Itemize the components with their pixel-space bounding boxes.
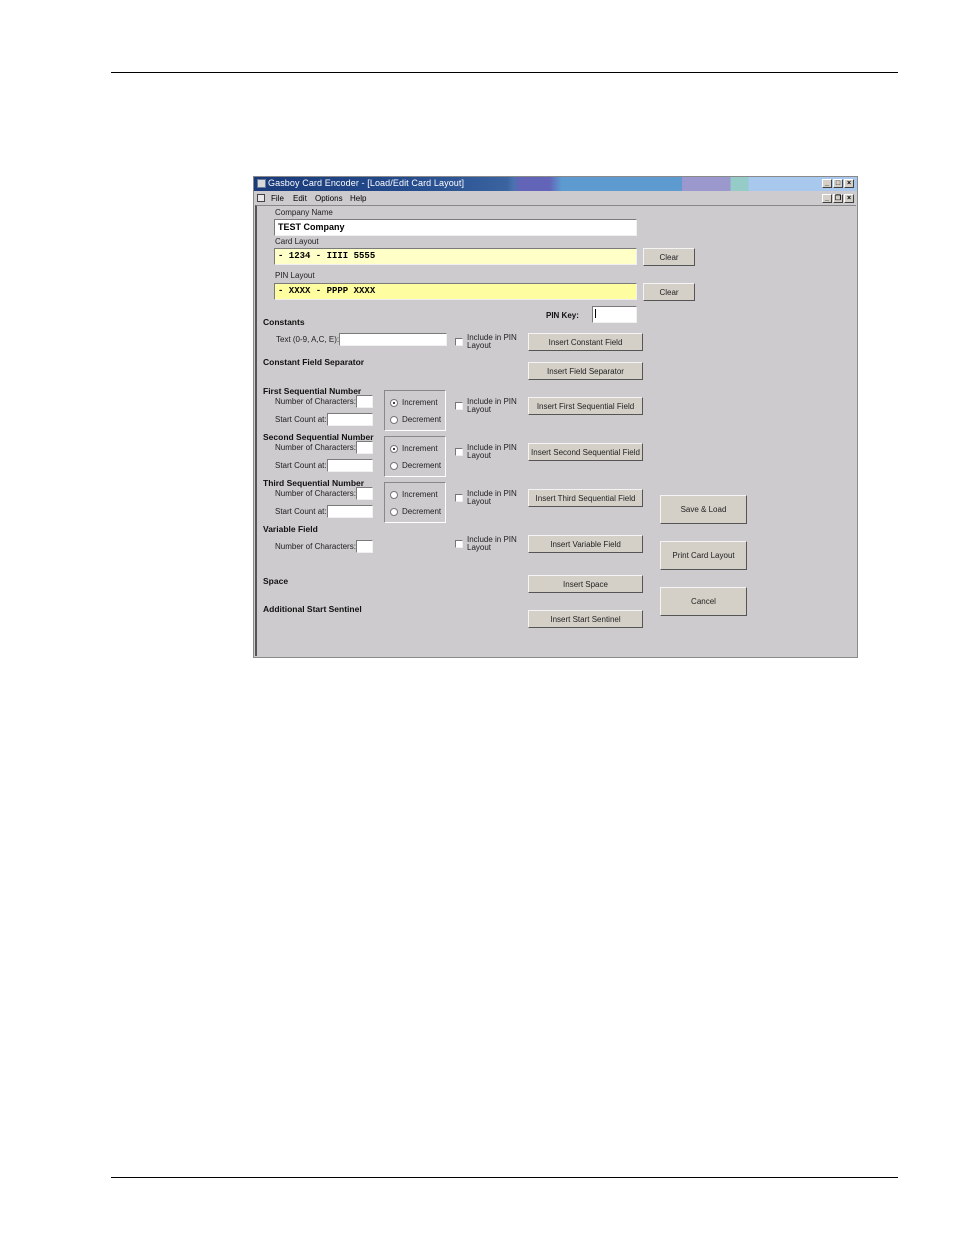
first-sequential-heading: First Sequential Number: [263, 386, 362, 396]
second-include-pin-label: Include in PIN Layout: [467, 443, 517, 460]
card-layout-label: Card Layout: [275, 237, 319, 246]
card-layout-input[interactable]: - 1234 - IIII 5555: [274, 248, 637, 265]
third-start-count-label: Start Count at:: [275, 507, 327, 516]
space-heading: Space: [263, 576, 289, 586]
app-icon: [257, 179, 266, 188]
menu-help[interactable]: Help: [350, 194, 366, 203]
insert-space-button[interactable]: Insert Space: [528, 575, 643, 593]
insert-start-sentinel-button[interactable]: Insert Start Sentinel: [528, 610, 643, 628]
first-start-count-input[interactable]: [327, 413, 373, 426]
pin-key-input[interactable]: [592, 306, 637, 323]
maximize-button[interactable]: □: [833, 179, 843, 188]
third-direction-group: Increment Decrement: [384, 482, 446, 523]
second-increment-label: Increment: [402, 444, 438, 453]
pin-layout-clear-button[interactable]: Clear: [643, 283, 695, 301]
document-icon[interactable]: [257, 194, 265, 202]
menu-bar: File Edit Options Help _ ❐ ×: [254, 192, 857, 205]
second-start-count-label: Start Count at:: [275, 461, 327, 470]
constant-text-input[interactable]: [339, 333, 447, 346]
constant-include-pin-checkbox[interactable]: [455, 338, 463, 346]
first-start-count-label: Start Count at:: [275, 415, 327, 424]
pin-layout-label: PIN Layout: [275, 271, 315, 280]
third-sequential-heading: Third Sequential Number: [263, 478, 365, 488]
constant-include-pin-label: Include in PIN Layout: [467, 333, 517, 350]
first-decrement-radio[interactable]: [390, 416, 398, 424]
third-include-pin-checkbox[interactable]: [455, 494, 463, 502]
third-num-chars-input[interactable]: [356, 487, 373, 500]
variable-num-chars-label: Number of Characters:: [275, 542, 356, 551]
footer-rule: [111, 1177, 898, 1178]
mdi-restore-button[interactable]: ❐: [833, 194, 843, 203]
insert-third-sequential-button[interactable]: Insert Third Sequential Field: [528, 489, 643, 507]
pin-key-label: PIN Key:: [546, 311, 579, 320]
second-num-chars-input[interactable]: [356, 441, 373, 454]
insert-second-sequential-button[interactable]: Insert Second Sequential Field: [528, 443, 643, 461]
insert-first-sequential-button[interactable]: Insert First Sequential Field: [528, 397, 643, 415]
company-name-label: Company Name: [275, 208, 333, 217]
minimize-button[interactable]: _: [822, 179, 832, 188]
header-rule: [111, 72, 898, 73]
second-num-chars-label: Number of Characters:: [275, 443, 356, 452]
first-direction-group: Increment Decrement: [384, 390, 446, 431]
first-include-pin-checkbox[interactable]: [455, 402, 463, 410]
first-num-chars-label: Number of Characters:: [275, 397, 356, 406]
print-card-layout-button[interactable]: Print Card Layout: [660, 541, 747, 570]
first-decrement-label: Decrement: [402, 415, 442, 424]
second-include-pin-checkbox[interactable]: [455, 448, 463, 456]
third-start-count-input[interactable]: [327, 505, 373, 518]
third-include-pin-label: Include in PIN Layout: [467, 489, 517, 506]
first-num-chars-input[interactable]: [356, 395, 373, 408]
title-bar[interactable]: Gasboy Card Encoder - [Load/Edit Card La…: [254, 177, 857, 191]
third-increment-radio[interactable]: [390, 491, 398, 499]
close-button[interactable]: ×: [844, 179, 854, 188]
menu-edit[interactable]: Edit: [293, 194, 307, 203]
first-increment-radio[interactable]: [390, 399, 398, 407]
second-decrement-radio[interactable]: [390, 462, 398, 470]
insert-constant-field-button[interactable]: Insert Constant Field: [528, 333, 643, 351]
window-title: Gasboy Card Encoder - [Load/Edit Card La…: [268, 178, 465, 188]
cancel-button[interactable]: Cancel: [660, 587, 747, 616]
variable-field-heading: Variable Field: [263, 524, 318, 534]
third-decrement-label: Decrement: [402, 507, 442, 516]
variable-include-pin-checkbox[interactable]: [455, 540, 463, 548]
third-decrement-radio[interactable]: [390, 508, 398, 516]
pin-layout-input[interactable]: - XXXX - PPPP XXXX: [274, 283, 637, 300]
first-include-pin-label: Include in PIN Layout: [467, 397, 517, 414]
insert-field-separator-button[interactable]: Insert Field Separator: [528, 362, 643, 380]
third-increment-label: Increment: [402, 490, 438, 499]
constant-text-label: Text (0-9, A,C, E):: [276, 335, 340, 344]
start-sentinel-heading: Additional Start Sentinel: [263, 604, 362, 614]
menu-options[interactable]: Options: [315, 194, 343, 203]
menu-file[interactable]: File: [271, 194, 284, 203]
first-increment-label: Increment: [402, 398, 438, 407]
mdi-close-button[interactable]: ×: [844, 194, 854, 203]
card-layout-clear-button[interactable]: Clear: [643, 248, 695, 266]
save-load-button[interactable]: Save & Load: [660, 495, 747, 524]
constants-heading: Constants: [263, 317, 305, 327]
company-name-input[interactable]: TEST Company: [274, 219, 637, 236]
second-direction-group: Increment Decrement: [384, 436, 446, 477]
variable-num-chars-input[interactable]: [356, 540, 373, 553]
mdi-minimize-button[interactable]: _: [822, 194, 832, 203]
separator-heading: Constant Field Separator: [263, 357, 365, 367]
app-window: Gasboy Card Encoder - [Load/Edit Card La…: [253, 176, 858, 658]
second-decrement-label: Decrement: [402, 461, 442, 470]
variable-include-pin-label: Include in PIN Layout: [467, 535, 517, 552]
text-caret: [595, 309, 596, 318]
insert-variable-field-button[interactable]: Insert Variable Field: [528, 535, 643, 553]
second-increment-radio[interactable]: [390, 445, 398, 453]
form-area: Company Name TEST Company Card Layout - …: [255, 205, 856, 656]
third-num-chars-label: Number of Characters:: [275, 489, 356, 498]
second-start-count-input[interactable]: [327, 459, 373, 472]
